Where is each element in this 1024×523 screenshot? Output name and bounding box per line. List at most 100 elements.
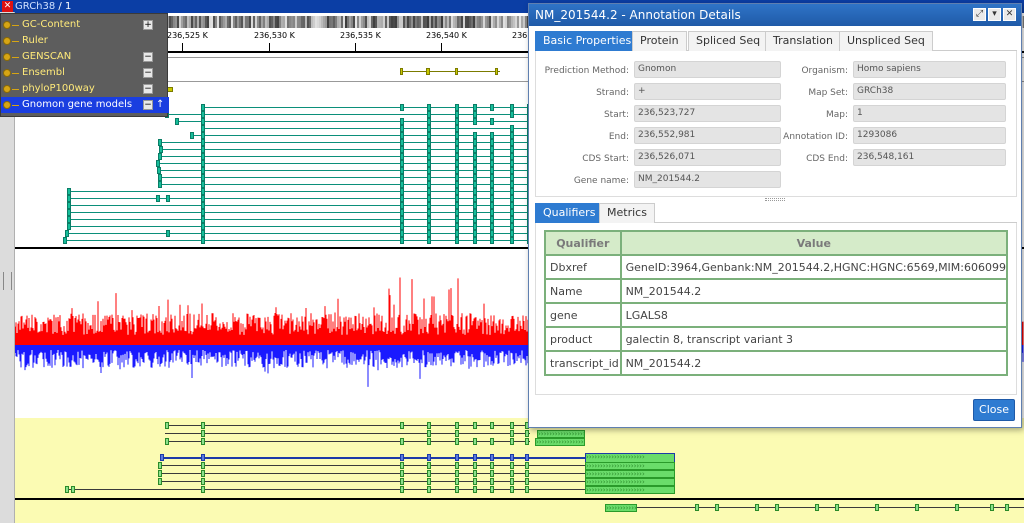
exon-block[interactable]: [473, 462, 477, 469]
exon-block[interactable]: [201, 195, 205, 202]
exon-block[interactable]: [473, 438, 477, 445]
exon-block[interactable]: [455, 454, 459, 461]
exon-block[interactable]: [400, 454, 404, 461]
exon-block[interactable]: [455, 216, 459, 223]
exon-block[interactable]: [71, 486, 75, 493]
cds-chevron-block[interactable]: ›››››››››››››››››››››: [605, 504, 637, 512]
exon-block[interactable]: [156, 160, 160, 167]
exon-block[interactable]: [990, 504, 994, 511]
track-item-genscan[interactable]: GENSCAN −: [1, 49, 169, 65]
exon-block[interactable]: [158, 153, 162, 160]
grip-handle-icon[interactable]: [3, 272, 12, 290]
track-item-ensembl[interactable]: Ensembl −: [1, 65, 169, 81]
exon-block[interactable]: [427, 160, 431, 167]
exon-block[interactable]: [455, 146, 459, 153]
exon-block[interactable]: [473, 111, 477, 118]
tab-translation[interactable]: Translation: [765, 31, 841, 51]
exon-block[interactable]: [510, 454, 514, 461]
exon-block[interactable]: [201, 111, 205, 118]
transcript-line[interactable]: [158, 473, 585, 474]
exon-block[interactable]: [400, 202, 404, 209]
exon-block[interactable]: [427, 188, 431, 195]
track-handle-icon[interactable]: [3, 53, 11, 61]
exon-block[interactable]: [201, 454, 205, 461]
exon-block[interactable]: [400, 167, 404, 174]
exon-block[interactable]: [158, 462, 162, 469]
exon-block[interactable]: [915, 504, 919, 511]
exon-block[interactable]: [201, 153, 205, 160]
exon-block[interactable]: [455, 125, 459, 132]
exon-block[interactable]: [510, 153, 514, 160]
exon-block[interactable]: [201, 209, 205, 216]
exon-block[interactable]: [455, 195, 459, 202]
track-handle-icon[interactable]: [3, 85, 11, 93]
exon-block[interactable]: [400, 195, 404, 202]
exon-block[interactable]: [400, 125, 404, 132]
exon-block[interactable]: [455, 104, 459, 111]
exon-block[interactable]: [65, 230, 69, 237]
exon-block[interactable]: [490, 209, 494, 216]
exon-block[interactable]: [400, 146, 404, 153]
exon-block[interactable]: [201, 486, 205, 493]
exon-block[interactable]: [490, 139, 494, 146]
exon-block[interactable]: [201, 188, 205, 195]
exon-block[interactable]: [815, 504, 819, 511]
exon-block[interactable]: [201, 470, 205, 477]
exon-block[interactable]: [473, 167, 477, 174]
panel-splitter[interactable]: [765, 198, 785, 201]
move-up-icon[interactable]: ↑: [156, 97, 164, 113]
exon-block[interactable]: [510, 174, 514, 181]
exon-block[interactable]: [490, 486, 494, 493]
exon-block[interactable]: [510, 462, 514, 469]
exon-block[interactable]: [427, 470, 431, 477]
exon-block[interactable]: [201, 478, 205, 485]
track-handle-icon[interactable]: [3, 21, 11, 29]
exon-block[interactable]: [490, 202, 494, 209]
transcript-line[interactable]: [65, 489, 585, 490]
assembly-name[interactable]: GRCh38: [15, 1, 55, 12]
exon-block[interactable]: [490, 167, 494, 174]
exon-block[interactable]: [455, 181, 459, 188]
exon-block[interactable]: [755, 504, 759, 511]
exon-block[interactable]: [510, 132, 514, 139]
exon-block[interactable]: [201, 139, 205, 146]
exon-block[interactable]: [400, 462, 404, 469]
exon-block[interactable]: [400, 216, 404, 223]
exon-block[interactable]: [490, 104, 494, 111]
exon-block[interactable]: [455, 174, 459, 181]
exon-block[interactable]: [455, 230, 459, 237]
exon-block[interactable]: [166, 230, 170, 237]
exon-block[interactable]: [473, 174, 477, 181]
exon-block[interactable]: [455, 202, 459, 209]
exon-block[interactable]: [427, 209, 431, 216]
exon-block[interactable]: [525, 486, 529, 493]
exon-block[interactable]: [67, 202, 71, 209]
exon-block[interactable]: [525, 470, 529, 477]
exon-block[interactable]: [158, 181, 162, 188]
cds-chevron-block[interactable]: ›››››››››››››››››››››: [537, 430, 585, 438]
exon-block[interactable]: [63, 237, 67, 244]
exon-block[interactable]: [157, 167, 161, 174]
exon-block[interactable]: [201, 230, 205, 237]
exon-block[interactable]: [490, 132, 494, 139]
exon-block[interactable]: [201, 438, 205, 445]
exon-block[interactable]: [510, 188, 514, 195]
exon-block[interactable]: [67, 209, 71, 216]
exon-block[interactable]: [473, 230, 477, 237]
exon-block[interactable]: [510, 202, 514, 209]
collapse-icon[interactable]: −: [143, 68, 153, 78]
expand-icon[interactable]: +: [143, 20, 153, 30]
exon-block[interactable]: [65, 486, 69, 493]
exon-block[interactable]: [400, 438, 404, 445]
exon-block[interactable]: [455, 438, 459, 445]
cds-chevron-block[interactable]: ›››››››››››››››››››››: [585, 462, 675, 470]
exon-block[interactable]: [473, 237, 477, 244]
table-row[interactable]: transcript_id NM_201544.2: [546, 352, 1006, 374]
exon-block[interactable]: [490, 237, 494, 244]
exon-block[interactable]: [490, 422, 494, 429]
exon-block[interactable]: [160, 454, 164, 461]
exon-block[interactable]: [525, 454, 529, 461]
transcript-line[interactable]: [158, 142, 527, 143]
exon-block[interactable]: [201, 174, 205, 181]
exon-block[interactable]: [510, 181, 514, 188]
